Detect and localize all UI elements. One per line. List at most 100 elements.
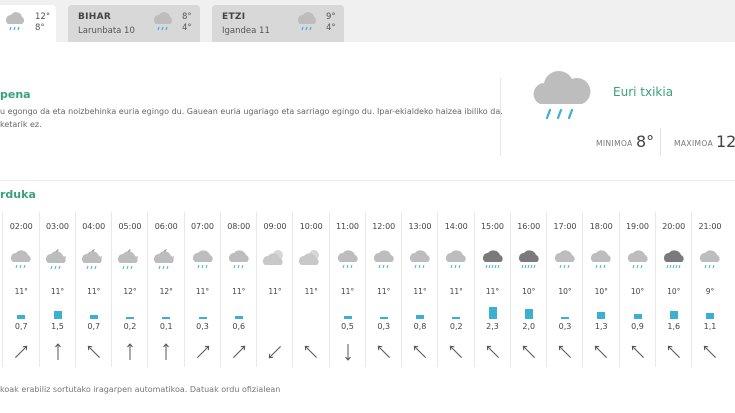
dark-cloud-rain-icon bbox=[663, 250, 684, 269]
tab-min-temp: 8° bbox=[35, 23, 45, 33]
wind-arrow-icon bbox=[305, 345, 318, 359]
hour-rain-amount: 0,3 bbox=[196, 322, 209, 331]
hour-time: 02:00 bbox=[9, 222, 33, 231]
sun-cloud-icon bbox=[263, 250, 283, 265]
tab-max-temp: 8° bbox=[182, 12, 192, 22]
section-divider bbox=[0, 180, 735, 181]
hour-time: 15:00 bbox=[480, 222, 505, 231]
hour-temperature: 11° bbox=[50, 287, 65, 296]
divider bbox=[500, 78, 501, 156]
tab-date-label: Larunbata 10 bbox=[78, 26, 135, 36]
wind-arrow-icon bbox=[232, 345, 245, 359]
hour-temperature: 10° bbox=[594, 287, 608, 296]
hour-temperature: 9° bbox=[705, 287, 715, 296]
wind-arrow-icon bbox=[522, 345, 535, 359]
tab-date-label: Igandea 11 bbox=[222, 26, 270, 36]
condition-label: Euri txikia bbox=[613, 85, 674, 99]
wind-arrow-icon bbox=[631, 345, 644, 359]
hour-temperature: 11° bbox=[304, 287, 318, 296]
max-label: MAXIMOA bbox=[674, 139, 714, 148]
hour-rain-amount: 0,1 bbox=[159, 322, 173, 331]
rain-cloud-icon bbox=[298, 12, 317, 31]
hour-column: 12:00 11° 0,3 bbox=[364, 212, 401, 367]
wind-arrow-icon bbox=[196, 345, 209, 359]
hour-rain-amount: 2,3 bbox=[486, 322, 499, 331]
hour-temperature: 11° bbox=[413, 287, 427, 296]
hour-rain-amount: 0,7 bbox=[87, 322, 101, 331]
cloud-rain-icon bbox=[410, 250, 430, 269]
rain-bar bbox=[198, 317, 207, 319]
hour-rain-amount: 0,9 bbox=[631, 322, 644, 331]
footer-note: koak erabiliz sortutako iragarpen automa… bbox=[0, 385, 281, 394]
hour-column: 02:00 11° 0,7 bbox=[2, 212, 38, 367]
wind-arrow-icon bbox=[413, 345, 427, 359]
wind-arrow-icon bbox=[87, 345, 100, 359]
wind-arrow-icon bbox=[163, 343, 170, 360]
wind-arrow-icon bbox=[377, 345, 390, 359]
rain-bar bbox=[597, 312, 606, 319]
hour-column: 09:00 11° bbox=[256, 212, 292, 367]
tab-etzi[interactable]: ETZI Igandea 11 9° 4° bbox=[212, 5, 344, 42]
cloud-rain-icon bbox=[228, 250, 249, 269]
tab-bihar[interactable]: BIHAR Larunbata 10 8° 4° bbox=[68, 5, 200, 42]
hourly-title: rduka bbox=[0, 188, 36, 201]
forecast-description-line1: u egongo da eta noizbehinka euria egingo… bbox=[0, 107, 503, 116]
cloud-rain-icon bbox=[192, 250, 213, 269]
tab-day-label: ETZI bbox=[222, 12, 246, 22]
hour-temperature: 11° bbox=[340, 287, 355, 296]
rain-bar bbox=[524, 309, 533, 319]
tab-min-temp: 4° bbox=[182, 23, 192, 33]
wind-arrow-icon bbox=[558, 345, 572, 359]
rain-bar bbox=[379, 317, 388, 319]
wind-arrow-icon bbox=[703, 345, 717, 359]
hour-column: 14:00 11° 0,2 bbox=[437, 212, 473, 367]
rain-bar bbox=[343, 316, 352, 319]
hour-temperature: 11° bbox=[377, 287, 391, 296]
hour-temperature: 12° bbox=[159, 287, 173, 296]
tab-today[interactable]: 12° 8° bbox=[0, 5, 56, 42]
tab-max-temp: 9° bbox=[326, 12, 336, 22]
hour-rain-amount: 0,5 bbox=[341, 322, 354, 331]
hour-column: 20:00 10° 1,6 bbox=[654, 212, 691, 367]
hour-time: 21:00 bbox=[698, 222, 722, 231]
hour-time: 07:00 bbox=[190, 222, 215, 231]
wind-arrow-icon bbox=[344, 344, 351, 361]
rain-bar bbox=[452, 317, 461, 319]
rain-bar bbox=[126, 317, 134, 319]
wind-arrow-icon bbox=[450, 345, 463, 359]
rain-bar bbox=[706, 313, 714, 319]
cloud-rain-icon bbox=[11, 250, 31, 269]
hour-time: 16:00 bbox=[517, 222, 541, 231]
hour-time: 03:00 bbox=[45, 222, 70, 231]
forecast-title: pena bbox=[0, 88, 31, 101]
hour-temperature: 11° bbox=[485, 287, 500, 296]
hour-time: 14:00 bbox=[444, 222, 468, 231]
rain-cloud-icon bbox=[5, 12, 25, 31]
hour-time: 12:00 bbox=[372, 222, 396, 231]
cloud-rain-icon bbox=[700, 250, 720, 269]
hour-rain-amount: 2,0 bbox=[522, 322, 536, 331]
hour-rain-amount: 0,3 bbox=[377, 322, 391, 331]
hour-rain-amount: 1,6 bbox=[667, 322, 681, 331]
hour-column: 07:00 11° 0,3 bbox=[183, 212, 220, 367]
dark-cloud-rain-icon bbox=[518, 250, 539, 269]
hour-column: 03:00 11° 1,5 bbox=[38, 212, 75, 367]
cloud-rain-icon bbox=[373, 250, 394, 269]
cloud-rain-icon bbox=[446, 250, 466, 269]
dark-cloud-rain-icon bbox=[482, 250, 503, 269]
hour-rain-amount: 0,2 bbox=[449, 322, 463, 331]
rain-bar bbox=[17, 315, 26, 319]
light-rain-icon bbox=[533, 70, 591, 120]
hour-temperature: 12° bbox=[123, 287, 137, 296]
moon-cloud-rain-icon bbox=[118, 249, 138, 270]
hour-temperature: 11° bbox=[195, 287, 210, 296]
moon-cloud-rain-icon bbox=[45, 249, 66, 270]
wind-arrow-icon bbox=[15, 345, 28, 359]
hour-temperature: 11° bbox=[232, 287, 246, 296]
hour-temperature: 11° bbox=[268, 287, 282, 296]
hour-time: 09:00 bbox=[263, 222, 287, 231]
rain-bar bbox=[633, 314, 642, 319]
hour-temperature: 11° bbox=[87, 287, 101, 296]
hour-rain-amount: 1,3 bbox=[594, 322, 608, 331]
rain-bar bbox=[416, 315, 424, 319]
